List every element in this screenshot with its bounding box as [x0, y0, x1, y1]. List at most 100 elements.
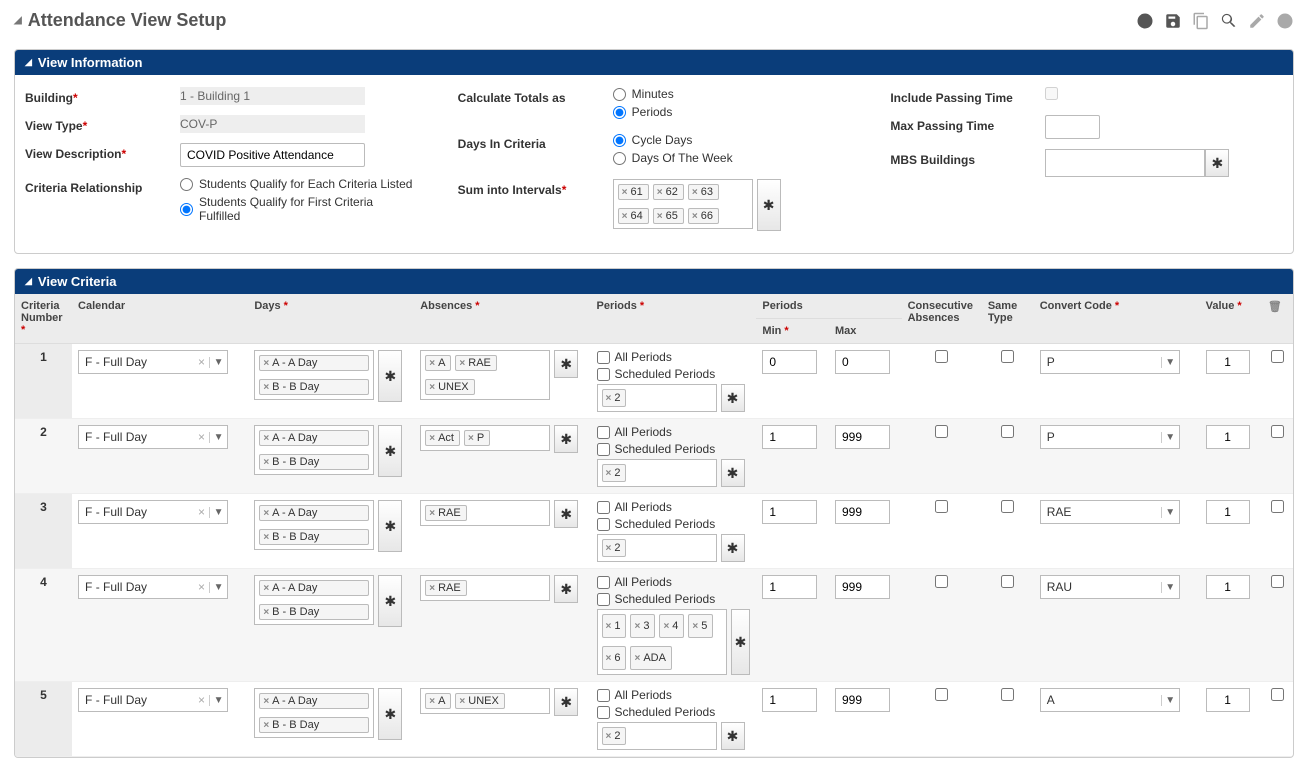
absences-picker-button[interactable]: ✱ — [554, 350, 578, 378]
remove-tag-icon[interactable]: × — [263, 508, 269, 519]
all-periods-checkbox[interactable] — [597, 351, 610, 364]
remove-tag-icon[interactable]: × — [622, 211, 628, 222]
clear-icon[interactable]: × — [194, 430, 209, 444]
consecutive-checkbox[interactable] — [935, 350, 948, 363]
mbs-picker-button[interactable]: ✱ — [1205, 149, 1229, 177]
remove-tag-icon[interactable]: × — [429, 696, 435, 707]
chevron-down-icon[interactable]: ▼ — [209, 695, 227, 706]
remove-tag-icon[interactable]: × — [263, 457, 269, 468]
remove-tag-icon[interactable]: × — [263, 382, 269, 393]
periods-min-input[interactable] — [762, 575, 817, 599]
chevron-down-icon[interactable]: ▼ — [1161, 432, 1179, 443]
remove-tag-icon[interactable]: × — [657, 187, 663, 198]
absence-tag[interactable]: ×Act — [425, 430, 460, 446]
period-tag[interactable]: ×2 — [602, 389, 627, 407]
days-tagbox[interactable]: ×A - A Day×B - B Day — [254, 350, 374, 400]
value-input[interactable] — [1206, 688, 1250, 712]
periods-max-input[interactable] — [835, 350, 890, 374]
absences-picker-button[interactable]: ✱ — [554, 500, 578, 528]
remove-tag-icon[interactable]: × — [263, 358, 269, 369]
day-tag[interactable]: ×A - A Day — [259, 505, 369, 521]
delete-row-checkbox[interactable] — [1271, 688, 1284, 701]
absences-tagbox[interactable]: ×Act×P — [420, 425, 550, 451]
periods-picker-button[interactable]: ✱ — [721, 534, 745, 562]
delete-row-checkbox[interactable] — [1271, 575, 1284, 588]
remove-tag-icon[interactable]: × — [263, 583, 269, 594]
value-input[interactable] — [1206, 350, 1250, 374]
save-icon[interactable] — [1164, 12, 1182, 30]
consecutive-checkbox[interactable] — [935, 688, 948, 701]
convertcode-select[interactable]: RAE▼ — [1040, 500, 1180, 524]
consecutive-checkbox[interactable] — [935, 425, 948, 438]
calendar-select[interactable]: F - Full Day×▼ — [78, 350, 228, 374]
period-tag[interactable]: ×2 — [602, 464, 627, 482]
day-tag[interactable]: ×B - B Day — [259, 604, 369, 620]
critrel-each-radio[interactable] — [180, 178, 193, 191]
remove-tag-icon[interactable]: × — [606, 468, 612, 479]
remove-tag-icon[interactable]: × — [429, 508, 435, 519]
collapse-caret-icon[interactable]: ◢ — [14, 15, 22, 26]
remove-tag-icon[interactable]: × — [663, 621, 669, 632]
days-tagbox[interactable]: ×A - A Day ×B - B Day — [254, 688, 374, 738]
period-tag[interactable]: ×ADA — [630, 646, 671, 670]
day-tag[interactable]: ×A - A Day — [259, 430, 369, 446]
periods-max-input[interactable] — [835, 500, 890, 524]
remove-tag-icon[interactable]: × — [429, 433, 435, 444]
periods-picker-button[interactable]: ✱ — [721, 459, 745, 487]
delete-row-checkbox[interactable] — [1271, 425, 1284, 438]
all-periods-checkbox[interactable] — [597, 426, 610, 439]
chevron-down-icon[interactable]: ▼ — [1161, 695, 1179, 706]
copy-icon[interactable] — [1192, 12, 1210, 30]
remove-tag-icon[interactable]: × — [263, 720, 269, 731]
search-icon[interactable] — [1220, 12, 1238, 30]
remove-tag-icon[interactable]: × — [606, 621, 612, 632]
remove-tag-icon[interactable]: × — [429, 382, 435, 393]
sametype-checkbox[interactable] — [1001, 350, 1014, 363]
convertcode-select[interactable]: RAU▼ — [1040, 575, 1180, 599]
absence-tag[interactable]: ×RAE — [425, 505, 466, 521]
interval-tag[interactable]: ×62 — [653, 184, 684, 200]
chevron-down-icon[interactable]: ▼ — [1161, 357, 1179, 368]
periods-max-input[interactable] — [835, 575, 890, 599]
scheduled-periods-checkbox[interactable] — [597, 368, 610, 381]
sametype-checkbox[interactable] — [1001, 425, 1014, 438]
days-picker-button[interactable]: ✱ — [378, 575, 402, 627]
sumint-picker-button[interactable]: ✱ — [757, 179, 781, 231]
remove-tag-icon[interactable]: × — [692, 187, 698, 198]
absences-picker-button[interactable]: ✱ — [554, 425, 578, 453]
clear-icon[interactable]: × — [194, 355, 209, 369]
absence-tag[interactable]: ×RAE — [455, 355, 496, 371]
day-tag[interactable]: ×B - B Day — [259, 529, 369, 545]
calctotals-periods-radio[interactable] — [613, 106, 626, 119]
remove-tag-icon[interactable]: × — [606, 543, 612, 554]
remove-tag-icon[interactable]: × — [634, 621, 640, 632]
sametype-checkbox[interactable] — [1001, 688, 1014, 701]
scheduled-periods-checkbox[interactable] — [597, 706, 610, 719]
value-input[interactable] — [1206, 575, 1250, 599]
periods-tagbox[interactable]: ×2 — [597, 459, 717, 487]
scheduled-periods-checkbox[interactable] — [597, 518, 610, 531]
day-tag[interactable]: ×B - B Day — [259, 454, 369, 470]
chevron-down-icon[interactable]: ▼ — [1161, 582, 1179, 593]
absences-picker-button[interactable]: ✱ — [554, 688, 578, 716]
days-picker-button[interactable]: ✱ — [378, 425, 402, 477]
periods-min-input[interactable] — [762, 688, 817, 712]
interval-tag[interactable]: ×66 — [688, 208, 719, 224]
consecutive-checkbox[interactable] — [935, 500, 948, 513]
calendar-select[interactable]: F - Full Day×▼ — [78, 575, 228, 599]
interval-tag[interactable]: ×63 — [688, 184, 719, 200]
chevron-down-icon[interactable]: ▼ — [1161, 507, 1179, 518]
sametype-checkbox[interactable] — [1001, 575, 1014, 588]
absence-tag[interactable]: ×UNEX — [455, 693, 504, 709]
day-tag[interactable]: ×A - A Day — [259, 693, 369, 709]
periods-tagbox[interactable]: ×2 — [597, 722, 717, 750]
days-picker-button[interactable]: ✱ — [378, 500, 402, 552]
remove-tag-icon[interactable]: × — [692, 621, 698, 632]
consecutive-checkbox[interactable] — [935, 575, 948, 588]
clear-icon[interactable]: × — [194, 693, 209, 707]
day-tag[interactable]: ×B - B Day — [259, 717, 369, 733]
chevron-down-icon[interactable]: ▼ — [209, 432, 227, 443]
remove-tag-icon[interactable]: × — [429, 583, 435, 594]
scheduled-periods-checkbox[interactable] — [597, 593, 610, 606]
interval-tag[interactable]: ×65 — [653, 208, 684, 224]
